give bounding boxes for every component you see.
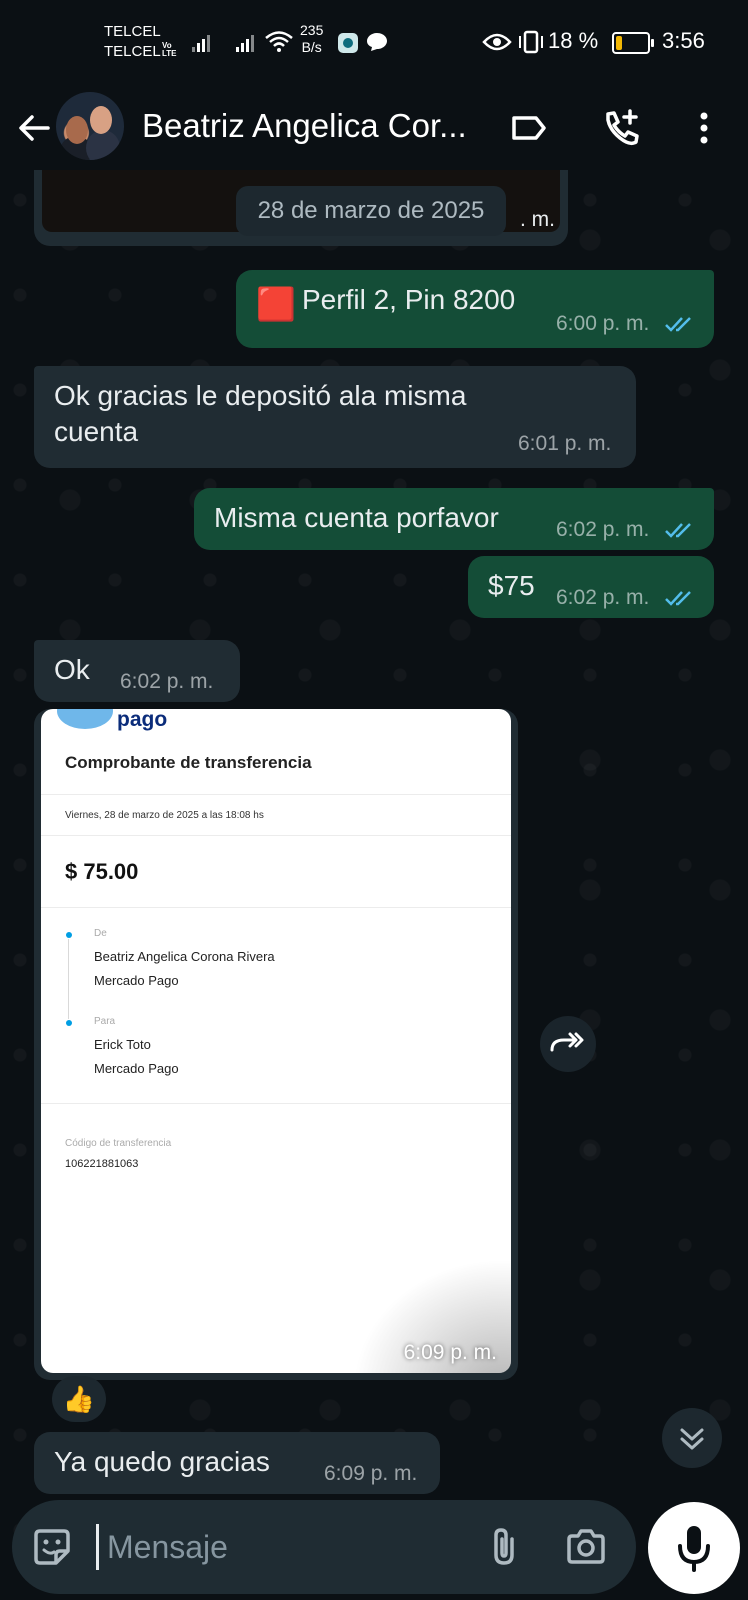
- timeline-dot: [66, 1020, 72, 1026]
- message-text: Perfil 2, Pin 8200: [302, 284, 516, 315]
- receipt-image[interactable]: pago Comprobante de transferencia Vierne…: [41, 709, 511, 1373]
- wifi-icon: [265, 31, 293, 52]
- image-message[interactable]: pago Comprobante de transferencia Vierne…: [34, 709, 518, 1380]
- outgoing-message[interactable]: 🟥 Perfil 2, Pin 8200 6:00 p. m.: [236, 270, 714, 348]
- message-time: 6:00 p. m.: [556, 312, 650, 335]
- message-time: 6:02 p. m.: [556, 586, 650, 609]
- date-chip: 28 de marzo de 2025: [236, 186, 506, 236]
- incoming-message[interactable]: Ya quedo gracias 6:09 p. m.: [34, 1432, 440, 1494]
- more-options-icon[interactable]: [682, 106, 726, 150]
- forward-icon: [550, 1032, 584, 1052]
- microphone-icon: [678, 1526, 710, 1572]
- incoming-message[interactable]: Ok 6:02 p. m.: [34, 640, 240, 702]
- timeline-dot: [66, 932, 72, 938]
- message-text: Ok: [54, 654, 90, 685]
- message-input[interactable]: [96, 1524, 487, 1570]
- outgoing-message[interactable]: Misma cuenta porfavor 6:02 p. m.: [194, 488, 714, 550]
- clock: 3:56: [662, 28, 705, 53]
- divider: [41, 1103, 511, 1104]
- message-text: $75: [488, 570, 535, 601]
- message-text: Misma cuenta porfavor: [214, 502, 499, 533]
- message-time: . m.: [520, 208, 555, 231]
- timeline-line: [68, 939, 69, 1019]
- to-label: Para: [94, 1016, 116, 1027]
- receipt-amount: $ 75.00: [65, 859, 139, 884]
- vibrate-icon: [519, 30, 543, 54]
- scroll-to-bottom-button[interactable]: [662, 1408, 722, 1468]
- receipt-title: Comprobante de transferencia: [65, 753, 312, 772]
- message-text-line-2: cuenta: [54, 416, 139, 447]
- divider: [41, 907, 511, 908]
- read-ticks-icon: [665, 523, 691, 538]
- logo-text: pago: [117, 709, 168, 731]
- volte-badge: Vo LTE: [162, 41, 177, 58]
- message-text-line-1: Ok gracias le depositó ala misma: [54, 380, 467, 411]
- read-ticks-icon: [665, 591, 691, 606]
- camera-icon[interactable]: [564, 1525, 608, 1569]
- attach-paperclip-icon[interactable]: [482, 1525, 526, 1569]
- status-bar: TELCEL TELCEL Vo LTE 235 B/s 18 % 3:56: [0, 0, 748, 86]
- from-label: De: [94, 928, 107, 939]
- incoming-message[interactable]: Ok gracias le depositó ala misma cuenta …: [34, 366, 636, 468]
- add-call-icon[interactable]: [600, 106, 644, 150]
- chat-header: Beatriz Angelica Cor...: [0, 86, 748, 180]
- message-composer: [12, 1500, 636, 1594]
- to-bank: Mercado Pago: [94, 1061, 179, 1076]
- message-text: Ya quedo gracias: [54, 1446, 270, 1477]
- from-bank: Mercado Pago: [94, 973, 179, 988]
- red-square-emoji: 🟥: [256, 286, 296, 322]
- carrier-2: TELCEL: [104, 43, 161, 60]
- battery-percent: 18 %: [548, 28, 599, 53]
- divider: [41, 794, 511, 795]
- divider: [41, 835, 511, 836]
- message-time: 6:02 p. m.: [120, 670, 214, 693]
- read-ticks-icon: [665, 317, 691, 332]
- back-arrow-icon[interactable]: [14, 108, 54, 148]
- outgoing-message[interactable]: $75 6:02 p. m.: [468, 556, 714, 618]
- receipt-date: Viernes, 28 de marzo de 2025 a las 18:08…: [65, 810, 264, 821]
- eye-icon: [482, 33, 512, 51]
- reaction-thumbs-up[interactable]: 👍: [52, 1376, 106, 1422]
- message-time: 6:02 p. m.: [556, 518, 650, 541]
- signal-1-icon: [192, 32, 210, 52]
- from-name: Beatriz Angelica Corona Rivera: [94, 949, 275, 964]
- label-icon[interactable]: [506, 106, 550, 150]
- code-label: Código de transferencia: [65, 1138, 172, 1149]
- carrier-labels: TELCEL TELCEL: [104, 22, 161, 62]
- transfer-code: 106221881063: [65, 1158, 139, 1170]
- network-speed: 235 B/s: [300, 22, 324, 55]
- sticker-emoji-icon[interactable]: [30, 1525, 74, 1569]
- mercado-pago-logo-icon: [57, 709, 113, 729]
- signal-2-icon: [236, 32, 254, 52]
- voice-message-button[interactable]: [648, 1502, 740, 1594]
- avatar[interactable]: [56, 92, 124, 160]
- chat-notification-icon: [367, 33, 387, 51]
- battery-icon: [612, 32, 654, 54]
- to-name: Erick Toto: [94, 1037, 151, 1052]
- forward-button[interactable]: [540, 1016, 596, 1072]
- message-time: 6:01 p. m.: [518, 432, 612, 455]
- message-time: 6:09 p. m.: [403, 1341, 497, 1364]
- app-notification-icon: [338, 33, 358, 53]
- message-time: 6:09 p. m.: [324, 1462, 418, 1485]
- carrier-1: TELCEL: [104, 23, 161, 40]
- double-chevron-down-icon: [680, 1428, 704, 1450]
- contact-name[interactable]: Beatriz Angelica Cor...: [142, 106, 467, 146]
